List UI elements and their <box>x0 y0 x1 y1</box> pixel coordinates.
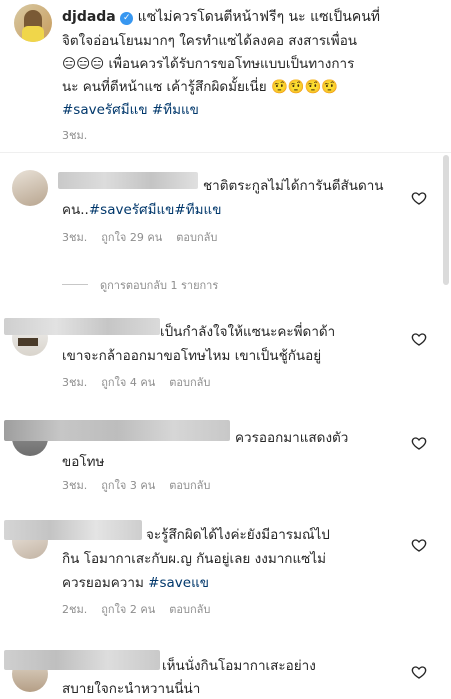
reply-button[interactable]: ตอบกลับ <box>176 231 217 244</box>
comment-text-part: ควรยอมความ <box>62 575 149 591</box>
comment-text: กิน โอมากาเสะกับผ.ญ กันอยู่เลย งงมากแซไม… <box>62 551 327 567</box>
comment-time: 3ชม. <box>62 231 88 244</box>
comment-meta: 2ชม. ถูกใจ 2 คน ตอบกลับ <box>62 600 224 618</box>
comment-text: ควรยอมความ #saveแข <box>62 571 209 593</box>
comment-text-part: คน.. <box>62 202 89 218</box>
poster-avatar[interactable] <box>14 4 52 42</box>
redacted-username <box>4 318 160 335</box>
comment-text: ขอโทษ <box>62 454 105 470</box>
comment-likes[interactable]: ถูกใจ 2 คน <box>101 603 155 616</box>
comment-text: คน..#saveรัศมีแข#ทีมแข <box>62 198 221 220</box>
reply-button[interactable]: ตอบกลับ <box>169 603 210 616</box>
redacted-username <box>4 650 160 670</box>
caption-timestamp: 3ชม. <box>62 129 88 142</box>
redacted-username <box>58 172 198 189</box>
like-heart-icon[interactable] <box>411 435 427 451</box>
caption-text-2: จิตใจอ่อนโยนมากๆ ใครทำแซได้ลงคอ สงสารเพื… <box>62 33 358 49</box>
reply-button[interactable]: ตอบกลับ <box>169 376 210 389</box>
view-replies-button[interactable]: ดูการตอบกลับ 1 รายการ <box>100 276 218 294</box>
comment-meta: 3ชม. ถูกใจ 3 คน ตอบกลับ <box>62 476 224 494</box>
comment-text: จะรู้สึกผิดได้ไงค่ะยังมีอารมณ์ไป <box>146 527 330 543</box>
comment-hashtags[interactable]: #saveแข <box>148 575 209 591</box>
comment-likes[interactable]: ถูกใจ 29 คน <box>101 231 162 244</box>
comment-text: เขาจะกล้าออกมาขอโทษไหม เขาเป็นชู้กันอยู่ <box>62 348 322 364</box>
comment-text: เห็นนั่งกินโอมากาเสะอย่าง <box>162 658 316 674</box>
redacted-username <box>4 520 142 540</box>
caption-line-1: djdada ✓ แซไม่ควรโดนตีหน้าฟรีๆ นะ แซเป็น… <box>62 6 380 28</box>
comment-text: ควรออกมาแสดงตัว <box>235 430 349 446</box>
poster-username[interactable]: djdada <box>62 9 116 25</box>
redacted-username <box>4 420 230 441</box>
scrollbar[interactable] <box>443 155 449 285</box>
like-heart-icon[interactable] <box>411 537 427 553</box>
verified-badge-icon: ✓ <box>120 12 134 25</box>
like-heart-icon[interactable] <box>411 331 427 347</box>
comment-meta: 3ชม. ถูกใจ 4 คน ตอบกลับ <box>62 373 224 391</box>
comment-time: 2ชม. <box>62 603 88 616</box>
caption-text-3: 😑😑😑 เพื่อนควรได้รับการขอโทษแบบเป็นทางการ <box>62 56 355 72</box>
comment-hashtags[interactable]: #saveรัศมีแข#ทีมแข <box>89 202 222 218</box>
caption-hashtags[interactable]: #saveรัศมีแข #ทีมแข <box>62 98 199 120</box>
comment-time: 3ชม. <box>62 479 88 492</box>
comment-text: เป็นกำลังใจให้แซนะคะพี่ดาด้า <box>160 324 336 340</box>
like-heart-icon[interactable] <box>411 664 427 680</box>
commenter-avatar[interactable] <box>12 170 48 206</box>
comment-text: ชาติตระกูลไม่ได้การันตีสันดาน <box>203 178 384 194</box>
reply-button[interactable]: ตอบกลับ <box>169 479 210 492</box>
view-replies-line <box>62 284 88 285</box>
comment-likes[interactable]: ถูกใจ 4 คน <box>101 376 155 389</box>
caption-text-1: แซไม่ควรโดนตีหน้าฟรีๆ นะ แซเป็นคนที่ <box>137 9 381 25</box>
comment-meta: 3ชม. ถูกใจ 29 คน ตอบกลับ <box>62 228 231 246</box>
comment-likes[interactable]: ถูกใจ 3 คน <box>101 479 155 492</box>
comment-time: 3ชม. <box>62 376 88 389</box>
divider <box>0 152 451 153</box>
caption-text-4: นะ คนที่ตีหน้าแซ เค้ารู้สึกผิดมั้ยเนี่ย … <box>62 79 339 95</box>
like-heart-icon[interactable] <box>411 190 427 206</box>
